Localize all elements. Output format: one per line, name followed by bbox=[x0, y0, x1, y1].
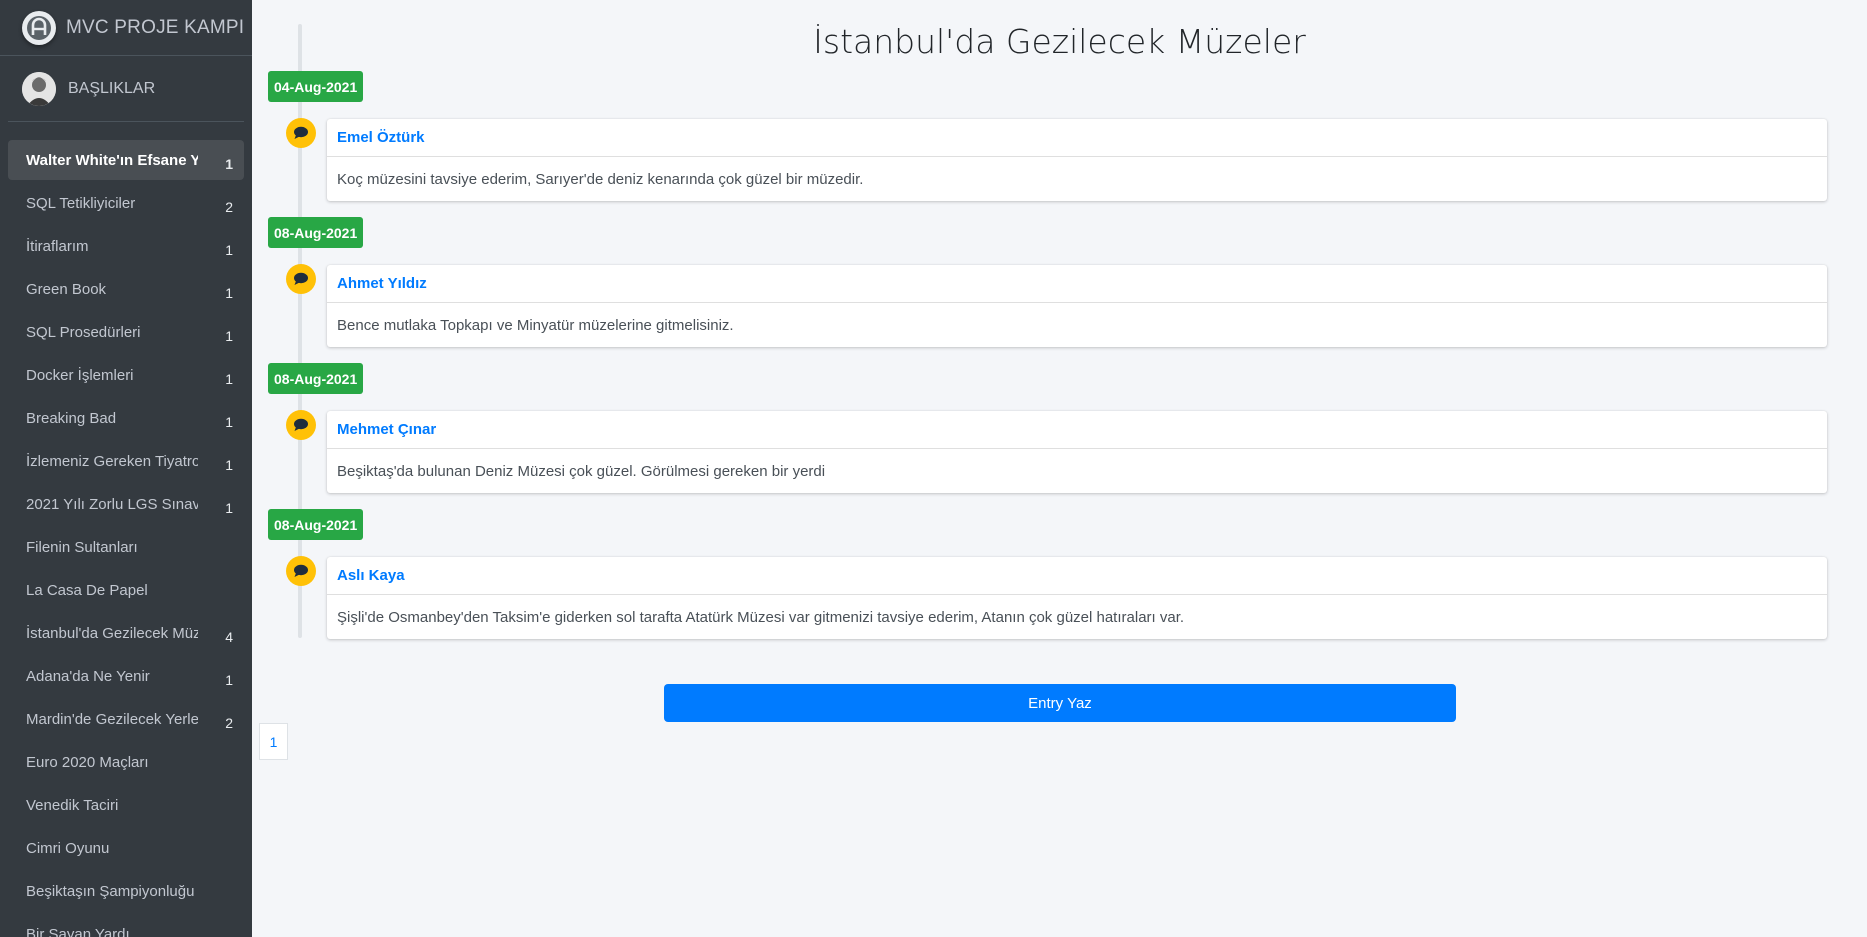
timeline-body: Bence mutlaka Topkapı ve Minyatür müzele… bbox=[337, 316, 734, 334]
sidebar-item-label: SQL Prosedürleri bbox=[26, 323, 141, 341]
sidebar-item-count: 4 bbox=[225, 629, 233, 645]
sidebar-item-filenin-sultanlari[interactable]: Filenin Sultanları bbox=[8, 527, 244, 567]
sidebar-item-label: Green Book bbox=[26, 280, 107, 298]
comment-icon bbox=[286, 264, 316, 294]
sidebar-item-sql-tetikliyiciler[interactable]: SQL Tetikliyiciler 2 bbox=[8, 183, 244, 223]
sidebar-item-count: 1 bbox=[225, 414, 233, 430]
sidebar-item-count: 1 bbox=[225, 371, 233, 387]
sidebar-item-label: Adana'da Ne Yenir bbox=[26, 667, 150, 685]
comment-icon bbox=[286, 118, 316, 148]
sidebar-item-adana[interactable]: Adana'da Ne Yenir 1 bbox=[8, 656, 244, 696]
timeline-header: Mehmet Çınar bbox=[327, 411, 1827, 449]
sidebar-item-walter-white[interactable]: Walter White'ın Efsane Ya 1 bbox=[8, 140, 244, 180]
sidebar-item-label: İtiraflarım bbox=[26, 237, 89, 255]
timeline-header: Ahmet Yıldız bbox=[327, 265, 1827, 303]
timeline-body: Koç müzesini tavsiye ederim, Sarıyer'de … bbox=[337, 170, 864, 188]
sidebar-item-cimri-oyunu[interactable]: Cimri Oyunu bbox=[8, 828, 244, 868]
sidebar-item-label: Breaking Bad bbox=[26, 409, 117, 427]
sidebar-item-itiraflarim[interactable]: İtiraflarım 1 bbox=[8, 226, 244, 266]
sidebar-item-count: 1 bbox=[225, 457, 233, 473]
sidebar: MVC PROJE KAMPI BAŞLIKLAR Walter White'ı… bbox=[0, 0, 252, 937]
sidebar-item-venedik-taciri[interactable]: Venedik Taciri bbox=[8, 785, 244, 825]
timeline-header: Emel Öztürk bbox=[327, 119, 1827, 157]
brand-link[interactable]: MVC PROJE KAMPI bbox=[0, 0, 252, 56]
date-badge: 08-Aug-2021 bbox=[268, 509, 364, 540]
sidebar-item-besiktas-sampiyonlugu[interactable]: Beşiktaşın Şampiyonluğu bbox=[8, 871, 244, 911]
sidebar-item-istanbul-muzeler[interactable]: İstanbul'da Gezilecek Müz 4 bbox=[8, 613, 244, 653]
timeline-header: Aslı Kaya bbox=[327, 557, 1827, 595]
sidebar-item-count: 1 bbox=[225, 672, 233, 688]
sidebar-item-green-book[interactable]: Green Book 1 bbox=[8, 269, 244, 309]
sidebar-item-sql-prosedurleri[interactable]: SQL Prosedürleri 1 bbox=[8, 312, 244, 352]
sidebar-item-label: Mardin'de Gezilecek Yerle bbox=[26, 710, 198, 728]
sidebar-item-label: SQL Tetikliyiciler bbox=[26, 194, 136, 212]
comment-icon bbox=[286, 556, 316, 586]
sidebar-item-euro-2020[interactable]: Euro 2020 Maçları bbox=[8, 742, 244, 782]
sidebar-item-izlemeniz-gereken-tiyatro[interactable]: İzlemeniz Gereken Tiyatro 1 bbox=[8, 441, 244, 481]
sidebar-item-label: Docker İşlemleri bbox=[26, 366, 134, 384]
author-link[interactable]: Emel Öztürk bbox=[337, 129, 425, 146]
sidebar-item-label: La Casa De Papel bbox=[26, 581, 148, 599]
sidebar-item-label: Bir Sayan Yardı bbox=[26, 925, 130, 937]
sidebar-item-count: 1 bbox=[225, 285, 233, 301]
sidebar-item-label: Beşiktaşın Şampiyonluğu bbox=[26, 882, 195, 900]
sidebar-item-count: 1 bbox=[225, 156, 233, 172]
timeline-body: Şişli'de Osmanbey'den Taksim'e giderken … bbox=[337, 608, 1185, 626]
sidebar-item-label: Cimri Oyunu bbox=[26, 839, 110, 857]
sidebar-item-count: 2 bbox=[225, 715, 233, 731]
brand-logo-icon bbox=[22, 10, 56, 45]
timeline-body: Beşiktaş'da bulunan Deniz Müzesi çok güz… bbox=[337, 462, 826, 480]
sidebar-item-count: 2 bbox=[225, 199, 233, 215]
sidebar-item-breaking-bad[interactable]: Breaking Bad 1 bbox=[8, 398, 244, 438]
author-link[interactable]: Mehmet Çınar bbox=[337, 421, 436, 438]
content-wrapper: İstanbul'da Gezilecek Müzeler 04-Aug-202… bbox=[252, 0, 1867, 937]
sidebar-item-mardin[interactable]: Mardin'de Gezilecek Yerle 2 bbox=[8, 699, 244, 739]
page-title: İstanbul'da Gezilecek Müzeler bbox=[813, 22, 1306, 61]
sidebar-item-label: 2021 Yılı Zorlu LGS Sınav bbox=[26, 495, 198, 513]
sidebar-item-label: Filenin Sultanları bbox=[26, 538, 138, 556]
sidebar-item-lgs-sinav[interactable]: 2021 Yılı Zorlu LGS Sınav 1 bbox=[8, 484, 244, 524]
timeline-item: Ahmet Yıldız Bence mutlaka Topkapı ve Mi… bbox=[327, 265, 1827, 347]
author-link[interactable]: Aslı Kaya bbox=[337, 567, 405, 584]
user-panel[interactable]: BAŞLIKLAR bbox=[8, 56, 244, 122]
sidebar-item-label: Euro 2020 Maçları bbox=[26, 753, 149, 771]
brand-name: MVC PROJE KAMPI bbox=[66, 16, 245, 38]
sidebar-item-label: Venedik Taciri bbox=[26, 796, 119, 814]
sidebar-item-label: İstanbul'da Gezilecek Müz bbox=[26, 624, 198, 642]
comment-icon bbox=[286, 410, 316, 440]
date-badge: 08-Aug-2021 bbox=[268, 363, 364, 394]
timeline-item: Emel Öztürk Koç müzesini tavsiye ederim,… bbox=[327, 119, 1827, 201]
timeline-item: Mehmet Çınar Beşiktaş'da bulunan Deniz M… bbox=[327, 411, 1827, 493]
sidebar-item-label: İzlemeniz Gereken Tiyatro bbox=[26, 452, 198, 470]
sidebar-nav: Walter White'ın Efsane Ya 1 SQL Tetikliy… bbox=[0, 140, 252, 937]
sidebar-item-la-casa-de-papel[interactable]: La Casa De Papel bbox=[8, 570, 244, 610]
timeline-line bbox=[298, 24, 302, 638]
sidebar-item-label: Walter White'ın Efsane Ya bbox=[26, 151, 198, 169]
entry-yaz-button[interactable]: Entry Yaz bbox=[664, 684, 1456, 722]
user-name: BAŞLIKLAR bbox=[68, 79, 156, 97]
pagination-page-1[interactable]: 1 bbox=[259, 723, 288, 760]
sidebar-item-count: 1 bbox=[225, 242, 233, 258]
sidebar-item-count: 1 bbox=[225, 500, 233, 516]
author-link[interactable]: Ahmet Yıldız bbox=[337, 275, 427, 292]
sidebar-item-count: 1 bbox=[225, 328, 233, 344]
user-avatar bbox=[22, 71, 56, 106]
sidebar-item-bir-sayan-yardi[interactable]: Bir Sayan Yardı bbox=[8, 914, 244, 937]
timeline-item: Aslı Kaya Şişli'de Osmanbey'den Taksim'e… bbox=[327, 557, 1827, 639]
date-badge: 04-Aug-2021 bbox=[268, 71, 364, 102]
date-badge: 08-Aug-2021 bbox=[268, 217, 364, 248]
sidebar-item-docker-islemleri[interactable]: Docker İşlemleri 1 bbox=[8, 355, 244, 395]
